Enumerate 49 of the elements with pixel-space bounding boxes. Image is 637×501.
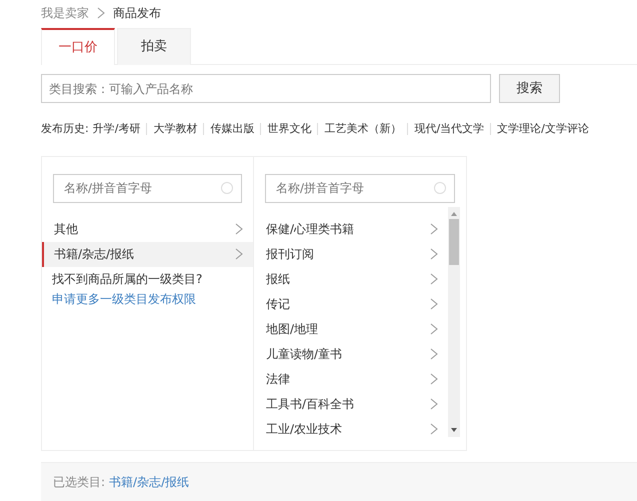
category-item[interactable]: 儿童读物/童书 bbox=[254, 342, 448, 366]
history-label: 发布历史: bbox=[41, 121, 89, 137]
selected-category-link[interactable]: 书籍/杂志/报纸 bbox=[109, 474, 190, 488]
chevron-right-icon bbox=[235, 248, 243, 260]
scrollbar-thumb[interactable] bbox=[449, 218, 459, 264]
category-item[interactable]: 传记 bbox=[254, 292, 448, 316]
breadcrumb-item: 商品发布 bbox=[113, 5, 161, 22]
chevron-right-icon bbox=[97, 7, 105, 19]
search-field[interactable]: 类目搜索：可输入产品名称 bbox=[41, 74, 491, 103]
search-button[interactable]: 搜索 bbox=[499, 74, 560, 103]
history-link[interactable]: 大学教材 bbox=[146, 123, 204, 136]
history-link[interactable]: 工艺美术（新） bbox=[317, 123, 408, 136]
history-link[interactable]: 文学理论/文学评论 bbox=[490, 123, 595, 136]
category-item[interactable]: 报刊订阅 bbox=[254, 242, 448, 266]
chevron-right-icon bbox=[430, 398, 438, 410]
chevron-right-icon bbox=[430, 323, 438, 335]
category-item[interactable]: 工具书/百科全书 bbox=[254, 392, 448, 416]
search-icon bbox=[434, 182, 446, 194]
tab[interactable]: 拍卖 bbox=[117, 28, 191, 65]
breadcrumb-item[interactable]: 我是卖家 bbox=[41, 4, 89, 22]
history-link[interactable]: 传媒出版 bbox=[203, 123, 260, 136]
chevron-right-icon bbox=[430, 248, 438, 260]
history-link[interactable]: 世界文化 bbox=[260, 123, 318, 136]
filter-field[interactable]: 名称/拼音首字母 bbox=[53, 174, 242, 202]
category-item[interactable]: 报纸 bbox=[254, 266, 448, 292]
category-item[interactable]: 其他 bbox=[42, 216, 253, 242]
history-link[interactable]: 升学/考研 bbox=[88, 123, 146, 136]
search-icon bbox=[221, 182, 233, 194]
selected-label: 已选类目: bbox=[53, 474, 106, 488]
chevron-right-icon bbox=[430, 423, 438, 435]
chevron-right-icon bbox=[430, 223, 438, 235]
chevron-right-icon bbox=[430, 273, 438, 285]
tab[interactable]: 一口价 bbox=[41, 28, 115, 65]
scroll-down-arrow-icon[interactable] bbox=[450, 426, 458, 432]
history-link[interactable]: 现代/当代文学 bbox=[407, 123, 490, 136]
scroll-up-arrow-icon[interactable] bbox=[450, 210, 458, 216]
chevron-right-icon bbox=[235, 223, 243, 235]
category-item[interactable]: 地图/地理 bbox=[254, 316, 448, 342]
scrollbar[interactable] bbox=[448, 206, 460, 436]
filter-field[interactable]: 名称/拼音首字母 bbox=[265, 174, 455, 202]
category-item[interactable]: 工业/农业技术 bbox=[254, 416, 448, 442]
category-item[interactable]: 保健/心理类书籍 bbox=[254, 216, 448, 242]
chevron-right-icon bbox=[430, 348, 438, 360]
help-text: 找不到商品所属的一级类目? 申请更多一级类目发布权限 bbox=[42, 266, 253, 310]
category-item[interactable]: 法律 bbox=[254, 366, 448, 392]
request-link[interactable]: 申请更多一级类目发布权限 bbox=[52, 288, 196, 308]
chevron-right-icon bbox=[430, 373, 438, 385]
category-item[interactable]: 书籍/杂志/报纸 bbox=[42, 242, 253, 266]
chevron-right-icon bbox=[430, 298, 438, 310]
